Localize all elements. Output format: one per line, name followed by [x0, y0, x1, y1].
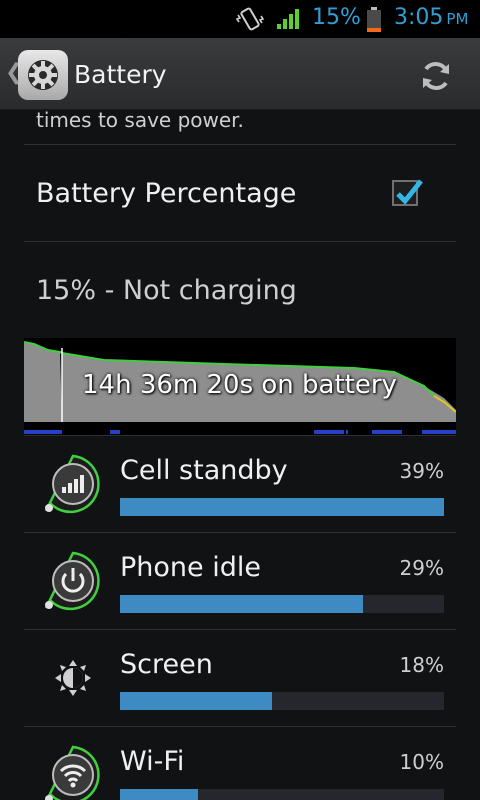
usage-bar-fill: [120, 595, 363, 613]
divider: [24, 144, 456, 145]
usage-label: Cell standby: [120, 455, 288, 486]
usage-item-cell-standby[interactable]: Cell standby 39%: [0, 435, 480, 532]
settings-gear-icon[interactable]: [18, 50, 68, 100]
power-icon: [42, 550, 104, 612]
checkmark-icon: [396, 179, 423, 205]
cell-signal-icon: [42, 453, 104, 515]
battery-percentage-label: Battery Percentage: [36, 178, 297, 209]
battery-icon: [366, 7, 382, 37]
divider: [24, 241, 456, 242]
time-text: 3:05: [394, 5, 444, 30]
battery-percent-text: 15%: [312, 5, 361, 30]
status-bar: 15% 3:05 PM: [0, 0, 480, 38]
ampm-text: PM: [446, 10, 469, 28]
usage-bar: [120, 595, 444, 613]
usage-bar: [120, 498, 444, 516]
battery-percentage-checkbox[interactable]: [392, 179, 423, 206]
wifi-icon: [42, 744, 104, 800]
preference-summary: times to save power.: [36, 110, 244, 132]
usage-percent: 39%: [399, 459, 444, 483]
usage-label: Screen: [120, 649, 213, 680]
usage-label: Phone idle: [120, 552, 261, 583]
usage-percent: 10%: [399, 750, 444, 774]
usage-bar-fill: [120, 692, 273, 710]
clock: 3:05 PM: [394, 5, 468, 30]
usage-percent: 18%: [399, 653, 444, 677]
brightness-icon: [42, 647, 104, 709]
battery-duration-label: 14h 36m 20s on battery: [82, 370, 397, 400]
vibrate-icon: [235, 6, 265, 36]
usage-bar: [120, 789, 444, 800]
usage-bar: [120, 692, 444, 710]
usage-item-phone-idle[interactable]: Phone idle 29%: [0, 532, 480, 629]
battery-settings-list[interactable]: times to save power. Battery Percentage …: [0, 110, 480, 800]
battery-history-graph[interactable]: 14h 36m 20s on battery: [23, 338, 457, 436]
page-title: Battery: [74, 60, 167, 89]
usage-item-wifi[interactable]: Wi-Fi 10%: [0, 726, 480, 800]
usage-item-screen[interactable]: Screen 18%: [0, 629, 480, 726]
usage-bar-fill: [120, 498, 444, 516]
refresh-button[interactable]: [414, 54, 458, 98]
usage-bar-fill: [120, 789, 198, 800]
refresh-icon: [423, 62, 449, 90]
usage-label: Wi-Fi: [120, 746, 185, 777]
charging-status: 15% - Not charging: [36, 275, 297, 306]
signal-icon: [276, 8, 300, 34]
usage-percent: 29%: [399, 556, 444, 580]
action-bar: ❮ Battery: [0, 38, 480, 110]
